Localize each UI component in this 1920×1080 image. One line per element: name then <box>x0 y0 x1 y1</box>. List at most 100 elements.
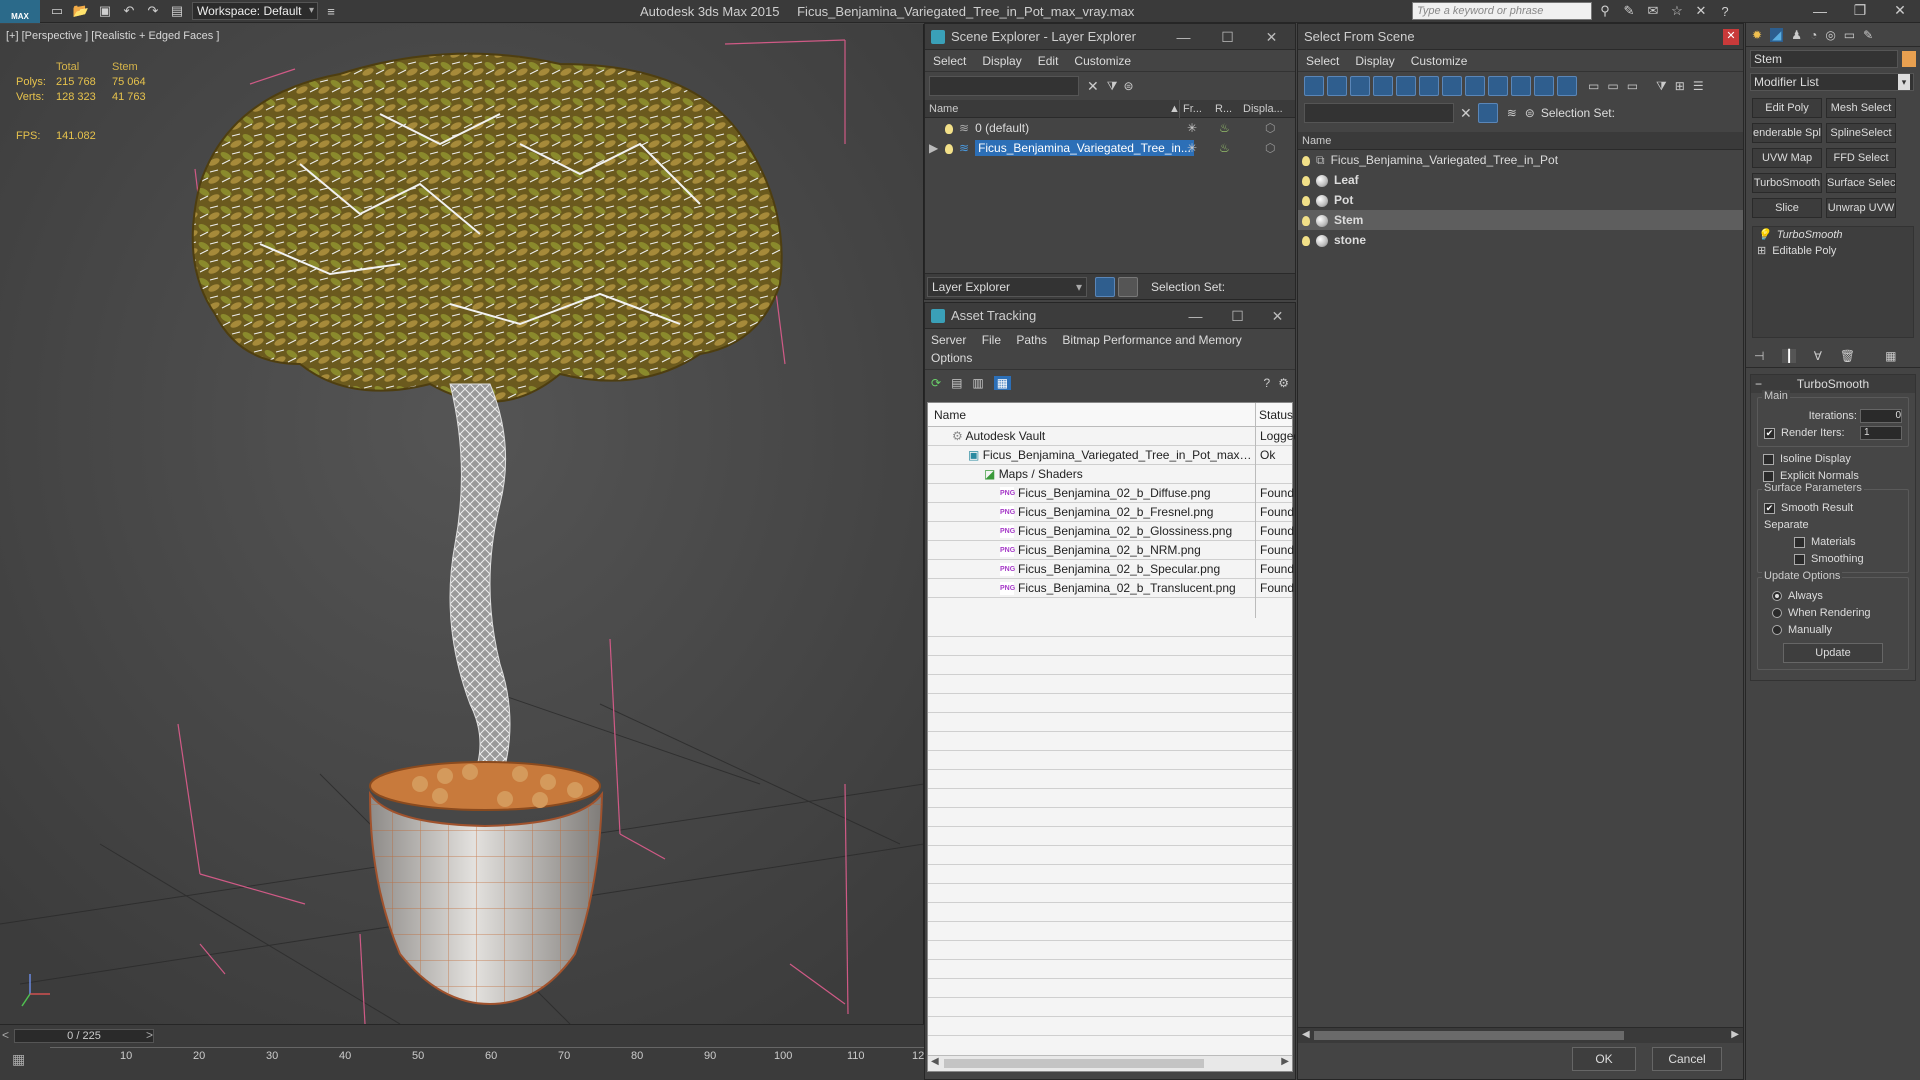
list-view-icon[interactable]: ▤ <box>951 376 962 390</box>
redo-icon[interactable]: ↷ <box>144 3 162 19</box>
filter-icon[interactable]: ⧩ <box>1107 79 1118 94</box>
smoothing-groups-checkbox[interactable] <box>1794 553 1805 565</box>
asset-tracking-titlebar[interactable]: Asset Tracking — ☐ ✕ <box>925 303 1295 329</box>
clear-icon[interactable]: ✕ <box>1460 105 1472 122</box>
menu-customize[interactable]: Customize <box>1074 50 1131 72</box>
hierarchy-view-icon[interactable] <box>1118 276 1138 297</box>
utilities-tab-icon[interactable]: ✎ <box>1863 28 1873 42</box>
remove-modifier-icon[interactable]: 🗑 <box>1840 349 1855 363</box>
project-folder-icon[interactable]: ▤ <box>168 3 186 19</box>
display-icon[interactable]: ⬡ <box>1265 118 1275 138</box>
prev-frame-icon[interactable]: < <box>2 1028 9 1042</box>
undo-icon[interactable]: ↶ <box>120 3 138 19</box>
freeze-icon[interactable]: ✳ <box>1187 118 1197 138</box>
scene-object-row-selected[interactable]: Stem <box>1298 210 1743 230</box>
layers-icon[interactable]: ≋ <box>1507 106 1517 120</box>
light-bulb-icon[interactable] <box>1302 175 1310 186</box>
motion-tab-icon[interactable]: ◔ <box>1810 28 1817 42</box>
display-helpers-icon[interactable] <box>1396 76 1416 96</box>
scene-explorer-search[interactable] <box>929 76 1079 96</box>
render-teapot-icon[interactable]: ♨ <box>1219 138 1230 158</box>
scene-object-row[interactable]: ⧉ Ficus_Benjamina_Variegated_Tree_in_Pot <box>1298 150 1743 170</box>
make-unique-icon[interactable]: ∀ <box>1814 349 1822 363</box>
next-frame-icon[interactable]: > <box>146 1028 153 1042</box>
minimize-icon[interactable]: — <box>1173 303 1218 329</box>
options-icon[interactable]: ☰ <box>1693 79 1704 93</box>
filter-toggle-icon[interactable] <box>1477 103 1498 123</box>
menu-server[interactable]: Server <box>931 333 966 347</box>
explorer-type-dropdown[interactable]: Layer Explorer ▾ <box>927 276 1087 297</box>
time-slider[interactable]: 0 / 225 <box>14 1029 154 1043</box>
spline-select-button[interactable]: SplineSelect <box>1826 123 1896 143</box>
display-frozen-icon[interactable] <box>1534 76 1554 96</box>
pin-stack-icon[interactable]: ⊣ <box>1754 349 1764 363</box>
select-all-icon[interactable]: ▭ <box>1588 79 1599 93</box>
save-file-icon[interactable]: ▣ <box>96 3 114 19</box>
frame-ruler[interactable]: 10 20 30 40 50 60 70 80 90 100 110 12 <box>50 1047 924 1067</box>
menu-select[interactable]: Select <box>933 50 966 72</box>
modifier-list-dropdown[interactable]: Modifier List ▾ <box>1750 73 1914 91</box>
display-xrefs-icon[interactable] <box>1465 76 1485 96</box>
menu-customize[interactable]: Customize <box>1411 50 1468 72</box>
filter-icon[interactable]: ⧩ <box>1656 79 1667 94</box>
ffd-select-button[interactable]: FFD Select <box>1826 148 1896 168</box>
column-name[interactable]: Name <box>934 403 966 427</box>
help-icon[interactable]: ? <box>1716 3 1734 19</box>
slice-button[interactable]: Slice <box>1752 198 1822 218</box>
when-rendering-radio[interactable] <box>1772 608 1782 619</box>
cancel-button[interactable]: Cancel <box>1652 1047 1722 1071</box>
clear-icon[interactable]: ✕ <box>1087 78 1099 95</box>
minimize-icon[interactable]: — <box>1161 24 1206 50</box>
display-lights-icon[interactable] <box>1350 76 1370 96</box>
favorites-icon[interactable]: ☆ <box>1668 3 1686 19</box>
render-teapot-icon[interactable]: ♨ <box>1219 118 1230 138</box>
viewport-label[interactable]: [+] [Perspective ] [Realistic + Edged Fa… <box>6 30 219 42</box>
display-cameras-icon[interactable] <box>1373 76 1393 96</box>
display-hidden-icon[interactable] <box>1557 76 1577 96</box>
layer-row[interactable]: ▶ ≋ Ficus_Benjamina_Variegated_Tree_in...… <box>925 138 1295 158</box>
asset-row[interactable]: PNG Ficus_Benjamina_02_b_NRM.png Found <box>928 541 1294 560</box>
search-input[interactable]: Type a keyword or phrase <box>1412 2 1592 20</box>
asset-settings-icon[interactable]: ⚙ <box>1278 376 1289 390</box>
menu-display[interactable]: Display <box>982 50 1021 72</box>
menu-bitmap-performance[interactable]: Bitmap Performance and Memory <box>1062 333 1241 347</box>
display-bones-icon[interactable] <box>1488 76 1508 96</box>
select-none-icon[interactable]: ▭ <box>1607 79 1618 93</box>
create-tab-icon[interactable]: ✹ <box>1752 28 1762 42</box>
minimize-icon[interactable]: — <box>1800 3 1840 19</box>
select-scene-scrollbar[interactable]: ◀ ▶ <box>1298 1027 1743 1043</box>
always-radio[interactable] <box>1772 591 1782 602</box>
smooth-result-checkbox[interactable]: ✔ <box>1764 502 1775 514</box>
layer-row[interactable]: ≋ 0 (default) ✳ ♨ ⬡ <box>925 118 1295 138</box>
display-groups-icon[interactable] <box>1442 76 1462 96</box>
hierarchy-tab-icon[interactable]: ♟ <box>1791 28 1802 42</box>
select-from-scene-titlebar[interactable]: Select From Scene ✕ <box>1298 24 1743 50</box>
asset-help-icon[interactable]: ? <box>1264 376 1271 390</box>
app-logo[interactable]: MAX <box>0 0 40 23</box>
asset-row[interactable]: ⚙ Autodesk Vault Logged <box>928 427 1295 446</box>
display-tab-icon[interactable]: ◎ <box>1825 28 1835 42</box>
manually-radio[interactable] <box>1772 625 1782 636</box>
close-icon[interactable]: ✕ <box>1723 29 1739 45</box>
column-display[interactable]: Displa... <box>1243 100 1283 118</box>
tools-icon[interactable]: ✎ <box>1620 3 1638 19</box>
light-bulb-icon[interactable] <box>945 143 953 154</box>
display-monitor-icon[interactable]: ▭ <box>1844 28 1855 42</box>
display-warps-icon[interactable] <box>1419 76 1439 96</box>
column-name[interactable]: Name <box>929 100 958 118</box>
column-status[interactable]: Status <box>1259 403 1293 427</box>
show-end-result-icon[interactable]: ┃ <box>1782 348 1796 363</box>
object-name-field[interactable]: Stem <box>1750 50 1899 68</box>
scene-object-row[interactable]: stone <box>1298 230 1743 250</box>
maximize-icon[interactable]: ☐ <box>1215 303 1260 329</box>
asset-row[interactable]: PNG Ficus_Benjamina_02_b_Diffuse.png Found <box>928 484 1294 503</box>
close-icon[interactable]: ✕ <box>1255 303 1300 329</box>
scene-object-row[interactable]: Pot <box>1298 190 1743 210</box>
modifier-bulb-icon[interactable]: 💡 <box>1757 229 1771 241</box>
uvw-map-button[interactable]: UVW Map <box>1752 148 1822 168</box>
perspective-viewport[interactable]: [+] [Perspective ] [Realistic + Edged Fa… <box>0 24 924 1024</box>
column-freeze[interactable]: Fr... <box>1183 100 1202 118</box>
refresh-icon[interactable]: ⟳ <box>931 376 941 390</box>
explicit-normals-checkbox[interactable] <box>1763 470 1774 482</box>
layer-view-icon[interactable] <box>1095 276 1115 297</box>
